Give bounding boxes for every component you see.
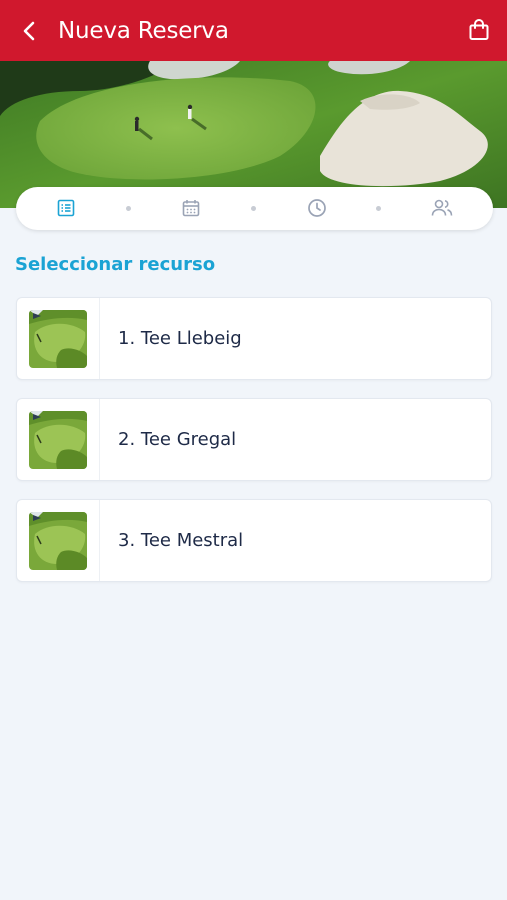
step-resource[interactable] — [54, 196, 78, 220]
step-separator — [376, 206, 381, 211]
resource-item[interactable]: 2. Tee Gregal — [16, 398, 492, 481]
shopping-bag-icon — [469, 19, 489, 40]
resource-item[interactable]: 1. Tee Llebeig — [16, 297, 492, 380]
step-date[interactable] — [179, 196, 203, 220]
step-separator — [251, 206, 256, 211]
resource-thumbnail — [17, 298, 100, 379]
golf-course-thumbnail-image — [29, 309, 87, 368]
resource-thumbnail — [17, 500, 100, 581]
golf-course-thumbnail-image — [29, 511, 87, 570]
resource-label: 3. Tee Mestral — [118, 530, 244, 551]
booking-stepper — [16, 187, 493, 230]
back-button[interactable] — [0, 0, 58, 61]
resource-thumbnail — [17, 399, 100, 480]
users-icon — [431, 199, 453, 216]
resource-item[interactable]: 3. Tee Mestral — [16, 499, 492, 582]
app-header: Nueva Reserva — [0, 0, 507, 61]
clock-icon — [308, 199, 326, 217]
resource-label: 2. Tee Gregal — [118, 429, 237, 450]
calendar-icon — [182, 200, 200, 217]
page-title: Nueva Reserva — [58, 17, 229, 44]
cart-button[interactable] — [465, 16, 493, 44]
section-title: Seleccionar recurso — [15, 254, 216, 275]
resource-list: 1. Tee Llebeig 2. Tee Gregal 3. Tee Mest… — [16, 297, 492, 600]
golf-course-thumbnail-image — [29, 410, 87, 469]
step-separator — [126, 206, 131, 211]
hero-golf-course-image — [0, 61, 507, 208]
step-time[interactable] — [305, 196, 329, 220]
step-players[interactable] — [430, 196, 454, 220]
resource-label: 1. Tee Llebeig — [118, 328, 242, 349]
chevron-left-icon — [23, 21, 35, 40]
list-icon — [57, 199, 75, 217]
